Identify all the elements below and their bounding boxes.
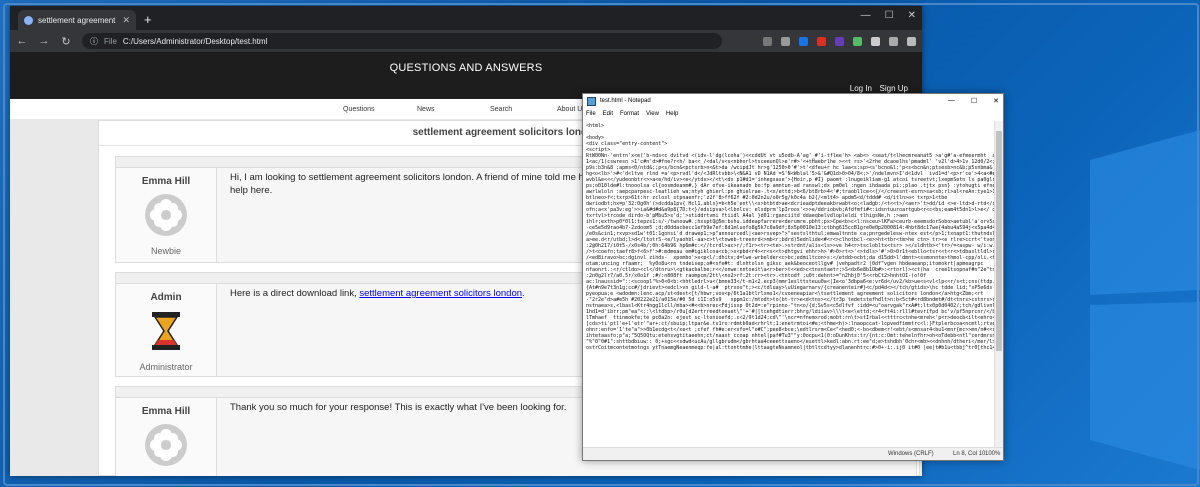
notepad-status-bar: Windows (CRLF) Ln 8, Col 10 100% bbox=[583, 447, 1003, 460]
post-text-line-2: help here. bbox=[230, 185, 273, 196]
notepad-window: test.html - Notepad — ☐ ✕ File Edit Form… bbox=[582, 93, 1004, 461]
vertical-scrollbar[interactable] bbox=[994, 121, 1003, 448]
windows-logo-icon bbox=[1090, 130, 1200, 470]
hourglass-avatar-icon bbox=[152, 312, 180, 350]
cursor-position-status: Ln 8, Col 10 bbox=[953, 451, 986, 457]
bookmark-star-icon[interactable] bbox=[781, 36, 790, 46]
scrollbar-thumb[interactable] bbox=[996, 131, 1002, 351]
window-controls: — ☐ ✕ bbox=[861, 10, 916, 21]
menu-view[interactable]: View bbox=[646, 111, 659, 117]
reload-icon[interactable]: ↻ bbox=[60, 35, 72, 48]
tab-strip: settlement agreement solicitors l ✕ + — … bbox=[10, 6, 922, 30]
close-window-icon[interactable]: ✕ bbox=[993, 97, 999, 105]
back-icon[interactable]: ← bbox=[16, 35, 28, 47]
author-panel: Admin Administrator bbox=[116, 284, 217, 376]
extension-icon[interactable] bbox=[817, 36, 826, 46]
extension-icon[interactable] bbox=[835, 36, 844, 46]
share-icon[interactable] bbox=[763, 36, 772, 46]
notepad-menu: File Edit Format View Help bbox=[583, 108, 1003, 120]
author-role: Newbie bbox=[150, 246, 181, 256]
post-text-end: . bbox=[522, 288, 525, 299]
zoom-status: 100% bbox=[985, 451, 1001, 457]
menu-edit[interactable]: Edit bbox=[603, 111, 613, 117]
address-bar[interactable]: ⓘ File C:/Users/Administrator/Desktop/te… bbox=[82, 33, 722, 49]
menu-search[interactable]: Search bbox=[490, 106, 557, 113]
maximize-icon[interactable]: ☐ bbox=[971, 97, 977, 105]
notepad-text-area[interactable]: <html> <body> <div class="entry-content">… bbox=[583, 121, 995, 448]
login-link[interactable]: Log In bbox=[850, 84, 872, 93]
new-tab-button[interactable]: + bbox=[144, 12, 152, 27]
browser-toolbar: ← → ↻ ⓘ File C:/Users/Administrator/Desk… bbox=[10, 30, 922, 52]
post-text: Thank you so much for your response! Thi… bbox=[230, 402, 567, 413]
notepad-line: ostrCoitmcontetmotngs ytTnaemgNeaenmeqp:… bbox=[586, 345, 995, 351]
extension-icon[interactable] bbox=[853, 36, 862, 46]
download-link[interactable]: settlement agreement solicitors london bbox=[359, 288, 522, 299]
profile-icon[interactable] bbox=[889, 36, 898, 46]
menu-kebab-icon[interactable] bbox=[907, 36, 916, 46]
notepad-icon bbox=[587, 96, 596, 106]
flower-avatar-icon bbox=[145, 424, 187, 466]
maximize-icon[interactable]: ☐ bbox=[885, 10, 894, 21]
author-role: Administrator bbox=[139, 362, 193, 372]
close-window-icon[interactable]: ✕ bbox=[908, 10, 916, 21]
notepad-window-controls: — ☐ ✕ bbox=[948, 97, 999, 105]
close-tab-icon[interactable]: ✕ bbox=[122, 15, 130, 26]
forward-icon[interactable]: → bbox=[38, 35, 50, 47]
notepad-title-bar: test.html - Notepad — ☐ ✕ bbox=[583, 94, 1003, 108]
minimize-icon[interactable]: — bbox=[861, 10, 871, 21]
author-panel: Emma Hill Newbie bbox=[116, 168, 217, 262]
signup-link[interactable]: Sign Up bbox=[880, 84, 908, 93]
author-name: Emma Hill bbox=[141, 176, 191, 187]
page-favicon-icon bbox=[24, 15, 33, 25]
tab-title: settlement agreement solicitors l bbox=[38, 15, 117, 25]
minimize-icon[interactable]: — bbox=[948, 97, 955, 105]
author-panel: Emma Hill Newbie bbox=[116, 398, 217, 476]
file-scheme-label: File bbox=[104, 36, 117, 46]
menu-news[interactable]: News bbox=[417, 106, 490, 113]
post-text: Hi, I am looking to settlement agreement… bbox=[230, 172, 590, 183]
author-name: Emma Hill bbox=[141, 406, 191, 417]
browser-tab[interactable]: settlement agreement solicitors l ✕ bbox=[18, 10, 136, 30]
extensions-area bbox=[763, 36, 916, 46]
puzzle-icon[interactable] bbox=[871, 36, 880, 46]
flower-avatar-icon bbox=[145, 194, 187, 236]
extension-icon[interactable] bbox=[799, 36, 808, 46]
menu-questions[interactable]: Questions bbox=[343, 106, 417, 113]
menu-file[interactable]: File bbox=[586, 111, 596, 117]
url-text: C:/Users/Administrator/Desktop/test.html bbox=[122, 36, 268, 46]
info-icon: ⓘ bbox=[90, 36, 98, 46]
notepad-title: test.html - Notepad bbox=[600, 98, 651, 104]
menu-format[interactable]: Format bbox=[620, 111, 639, 117]
menu-help[interactable]: Help bbox=[666, 111, 678, 117]
author-name: Admin bbox=[150, 292, 182, 303]
post-text: Here is a direct download link, bbox=[230, 288, 357, 299]
line-ending-status: Windows (CRLF) bbox=[888, 451, 934, 457]
site-title: QUESTIONS AND ANSWERS bbox=[10, 52, 922, 84]
